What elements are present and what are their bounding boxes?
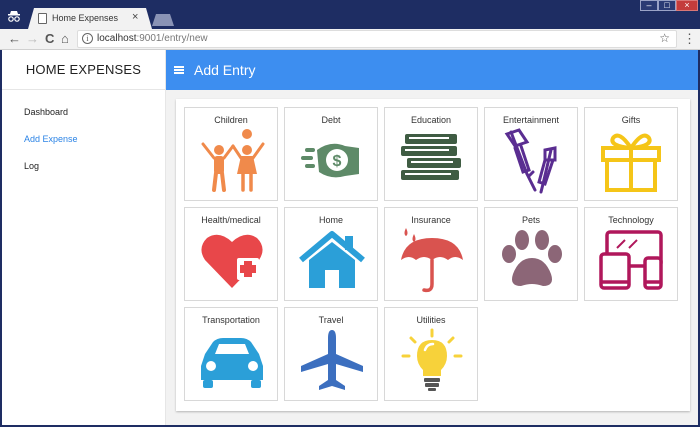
category-tile-insurance[interactable]: Insurance (384, 207, 478, 301)
category-tile-travel[interactable]: Travel (284, 307, 378, 401)
sidebar-item-dashboard[interactable]: Dashboard (24, 107, 68, 117)
category-label: Education (410, 115, 452, 125)
incognito-icon (8, 11, 20, 22)
app: HOME EXPENSES Dashboard Add Expense Log … (2, 50, 698, 425)
category-tile-health-medical[interactable]: Health/medical (184, 207, 278, 301)
home-icon[interactable]: ⌂ (61, 31, 69, 47)
heart-plus-icon (201, 234, 263, 288)
url-path: :9001/entry/new (136, 33, 208, 44)
category-tile-entertainment[interactable]: Entertainment (484, 107, 578, 201)
category-label: Utilities (416, 315, 446, 325)
browser-window: Home Expenses × – □ × ← → C ⌂ i localhos… (0, 0, 700, 427)
category-tile-children[interactable]: Children (184, 107, 278, 201)
category-tile-gifts[interactable]: Gifts (584, 107, 678, 201)
category-label: Health/medical (201, 215, 261, 225)
tab-close-icon[interactable]: × (132, 11, 138, 23)
category-label: Home (318, 215, 343, 225)
bookmark-star-icon[interactable]: ☆ (659, 31, 670, 45)
info-icon[interactable]: i (82, 33, 93, 44)
car-icon (201, 338, 263, 388)
app-brand: HOME EXPENSES (2, 50, 165, 90)
tab-strip: Home Expenses × – □ × (0, 0, 700, 29)
gift-icon (601, 133, 661, 192)
minimize-button[interactable]: – (640, 0, 658, 11)
category-tile-transportation[interactable]: Transportation (184, 307, 278, 401)
category-label: Insurance (411, 215, 451, 225)
maximize-button[interactable]: □ (658, 0, 676, 11)
url-text: localhost:9001/entry/new (97, 33, 208, 44)
close-window-button[interactable]: × (676, 0, 698, 11)
browser-menu-icon[interactable]: ⋮ (683, 31, 696, 47)
page-title: Add Entry (194, 62, 256, 78)
back-icon[interactable]: ← (8, 31, 21, 47)
sidebar-item-log[interactable]: Log (24, 161, 39, 171)
house-icon (299, 231, 365, 288)
category-tile-debt[interactable]: Debt $ (284, 107, 378, 201)
fireworks-icon (504, 128, 557, 194)
browser-toolbar: ← → C ⌂ i localhost:9001/entry/new ☆ ⋮ (0, 29, 700, 50)
category-tile-education[interactable]: Education (384, 107, 478, 201)
new-tab-button[interactable] (152, 14, 174, 26)
reload-icon[interactable]: C (45, 31, 54, 47)
category-label: Transportation (202, 315, 260, 325)
tab-title: Home Expenses (52, 13, 119, 23)
devices-icon (599, 230, 663, 290)
umbrella-icon (401, 228, 463, 293)
category-label: Entertainment (502, 115, 560, 125)
category-tile-pets[interactable]: Pets (484, 207, 578, 301)
books-icon (401, 134, 461, 180)
category-tile-home[interactable]: Home (284, 207, 378, 301)
children-icon (201, 129, 265, 192)
money-hand-icon: $ (301, 143, 359, 178)
category-tile-utilities[interactable]: Utilities (384, 307, 478, 401)
address-bar[interactable]: i localhost:9001/entry/new ☆ (77, 30, 677, 48)
category-label: Debt (321, 115, 341, 125)
airplane-icon (301, 330, 363, 390)
category-label: Technology (608, 215, 654, 225)
category-grid: Children Debt $ Education Entertainment … (176, 99, 690, 411)
lightbulb-icon (401, 328, 463, 391)
url-host: localhost (97, 33, 137, 44)
sidebar-item-add-expense[interactable]: Add Expense (24, 134, 78, 144)
main-content: Add Entry Children Debt $ Education Ente… (166, 50, 698, 425)
menu-icon[interactable] (174, 66, 184, 74)
category-label: Children (214, 115, 248, 125)
category-label: Gifts (621, 115, 641, 125)
app-header: Add Entry (166, 50, 698, 90)
page-icon (38, 13, 47, 24)
category-label: Pets (521, 215, 540, 225)
browser-tab[interactable]: Home Expenses × (28, 8, 152, 29)
category-label: Travel (318, 315, 344, 325)
sidebar: HOME EXPENSES Dashboard Add Expense Log (2, 50, 166, 425)
svg-text:$: $ (333, 153, 342, 170)
category-tile-technology[interactable]: Technology (584, 207, 678, 301)
forward-icon[interactable]: → (26, 31, 39, 47)
paw-icon (502, 230, 562, 286)
